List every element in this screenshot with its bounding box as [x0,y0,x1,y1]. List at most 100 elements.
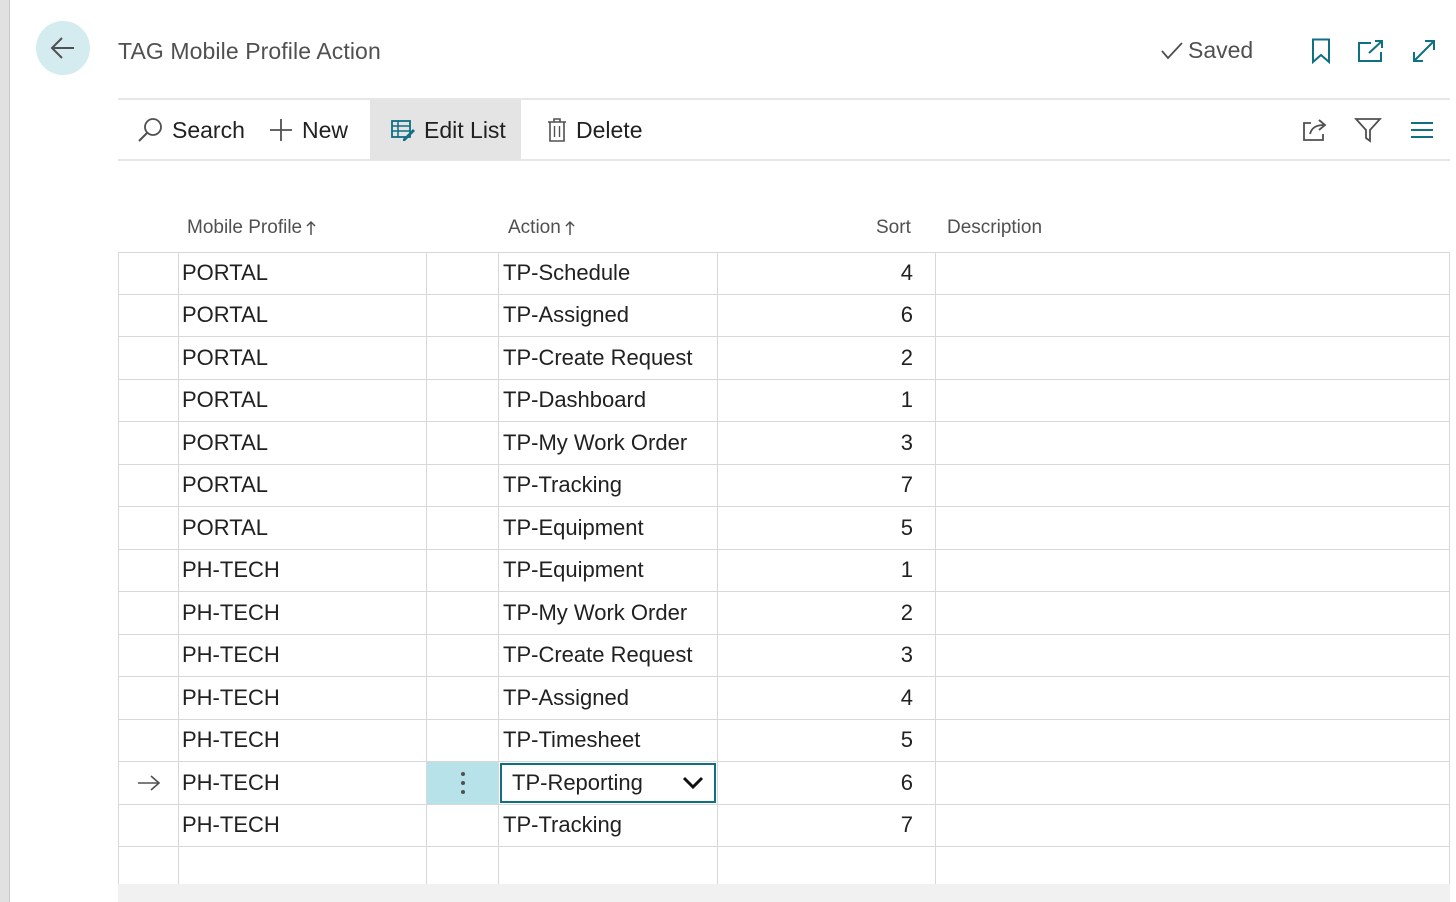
column-header-description[interactable]: Description [947,217,1042,239]
row-actions-cell[interactable] [427,762,499,804]
delete-button[interactable]: Delete [546,100,642,160]
mobile-profile-cell[interactable] [179,847,427,889]
mobile-profile-cell[interactable]: PH-TECH [179,592,427,634]
row-selector[interactable] [118,422,179,464]
mobile-profile-cell[interactable]: PH-TECH [179,634,427,676]
description-cell[interactable] [936,294,1450,336]
row-actions-cell[interactable] [427,719,499,761]
table-row[interactable]: PH-TECH TP-Reporting 6 [118,762,1450,805]
column-header-mobile-profile[interactable]: Mobile Profile [187,217,316,239]
row-actions-cell[interactable] [427,294,499,336]
description-cell[interactable] [936,762,1450,804]
new-button[interactable]: New [268,100,348,160]
open-new-window-button[interactable] [1357,36,1385,66]
row-actions-cell[interactable] [427,379,499,421]
description-cell[interactable] [936,507,1450,549]
table-row[interactable]: PORTAL TP-Dashboard 1 [118,379,1450,422]
expand-button[interactable] [1410,36,1438,66]
row-selector[interactable] [118,762,179,804]
table-row[interactable]: PH-TECH TP-Tracking 7 [118,804,1450,847]
row-selector[interactable] [118,677,179,719]
row-actions-cell[interactable] [427,337,499,379]
sort-cell[interactable]: 5 [718,719,936,761]
action-cell[interactable]: TP-My Work Order [499,422,718,464]
description-cell[interactable] [936,422,1450,464]
description-cell[interactable] [936,677,1450,719]
action-cell[interactable]: TP-Equipment [499,507,718,549]
row-selector[interactable] [118,719,179,761]
table-row[interactable]: PORTAL TP-Schedule 4 [118,252,1450,295]
edit-list-button[interactable]: Edit List [370,100,521,160]
sort-cell[interactable]: 1 [718,379,936,421]
description-cell[interactable] [936,719,1450,761]
sort-cell[interactable]: 5 [718,507,936,549]
row-actions-cell[interactable] [427,677,499,719]
mobile-profile-cell[interactable]: PH-TECH [179,549,427,591]
action-cell[interactable]: TP-Schedule [499,253,718,294]
sort-cell[interactable]: 1 [718,549,936,591]
column-header-action[interactable]: Action [508,217,575,239]
action-cell[interactable]: TP-Tracking [499,804,718,846]
action-cell[interactable]: TP-Tracking [499,464,718,506]
mobile-profile-cell[interactable]: PORTAL [179,253,427,294]
share-button[interactable] [1299,114,1331,146]
table-row[interactable]: PH-TECH TP-Assigned 4 [118,677,1450,720]
sort-cell[interactable]: 4 [718,253,936,294]
description-cell[interactable] [936,847,1450,889]
search-button[interactable]: Search [136,100,245,160]
table-row[interactable]: PH-TECH TP-Timesheet 5 [118,719,1450,762]
row-actions-cell[interactable] [427,422,499,464]
row-actions-cell[interactable] [427,549,499,591]
row-actions-cell[interactable] [427,464,499,506]
action-cell[interactable]: TP-Create Request [499,634,718,676]
action-cell[interactable]: TP-Dashboard [499,379,718,421]
row-selector[interactable] [118,464,179,506]
mobile-profile-cell[interactable]: PORTAL [179,294,427,336]
table-row[interactable]: PH-TECH TP-My Work Order 2 [118,592,1450,635]
mobile-profile-cell[interactable]: PH-TECH [179,719,427,761]
action-cell[interactable]: TP-Reporting [499,762,718,804]
table-row[interactable]: PORTAL TP-Assigned 6 [118,294,1450,337]
row-actions-cell[interactable] [427,804,499,846]
back-button[interactable] [36,21,90,75]
description-cell[interactable] [936,379,1450,421]
mobile-profile-cell[interactable]: PORTAL [179,337,427,379]
row-selector[interactable] [118,337,179,379]
mobile-profile-cell[interactable]: PORTAL [179,422,427,464]
row-actions-cell[interactable] [427,507,499,549]
table-row[interactable]: PORTAL TP-Tracking 7 [118,464,1450,507]
sort-cell[interactable]: 4 [718,677,936,719]
table-row[interactable]: PORTAL TP-Equipment 5 [118,507,1450,550]
mobile-profile-cell[interactable]: PH-TECH [179,762,427,804]
action-cell[interactable] [499,847,718,889]
description-cell[interactable] [936,337,1450,379]
sort-cell[interactable]: 3 [718,634,936,676]
action-cell[interactable]: TP-Assigned [499,677,718,719]
description-cell[interactable] [936,804,1450,846]
row-selector[interactable] [118,549,179,591]
sort-cell[interactable]: 3 [718,422,936,464]
description-cell[interactable] [936,253,1450,294]
sort-cell[interactable]: 7 [718,464,936,506]
action-cell[interactable]: TP-Assigned [499,294,718,336]
description-cell[interactable] [936,634,1450,676]
column-header-sort[interactable]: Sort [876,217,911,239]
row-selector[interactable] [118,804,179,846]
mobile-profile-cell[interactable]: PH-TECH [179,804,427,846]
mobile-profile-cell[interactable]: PH-TECH [179,677,427,719]
row-selector[interactable] [118,592,179,634]
filter-button[interactable] [1352,114,1384,146]
mobile-profile-cell[interactable]: PORTAL [179,507,427,549]
row-actions-cell[interactable] [427,847,499,889]
sort-cell[interactable]: 6 [718,294,936,336]
action-cell[interactable]: TP-Timesheet [499,719,718,761]
table-row[interactable]: PH-TECH TP-Equipment 1 [118,549,1450,592]
description-cell[interactable] [936,464,1450,506]
action-cell[interactable]: TP-Create Request [499,337,718,379]
row-selector[interactable] [118,507,179,549]
list-view-button[interactable] [1406,114,1438,146]
row-selector[interactable] [118,634,179,676]
bookmark-button[interactable] [1307,36,1335,66]
sort-cell[interactable] [718,847,936,889]
table-row[interactable]: PH-TECH TP-Create Request 3 [118,634,1450,677]
